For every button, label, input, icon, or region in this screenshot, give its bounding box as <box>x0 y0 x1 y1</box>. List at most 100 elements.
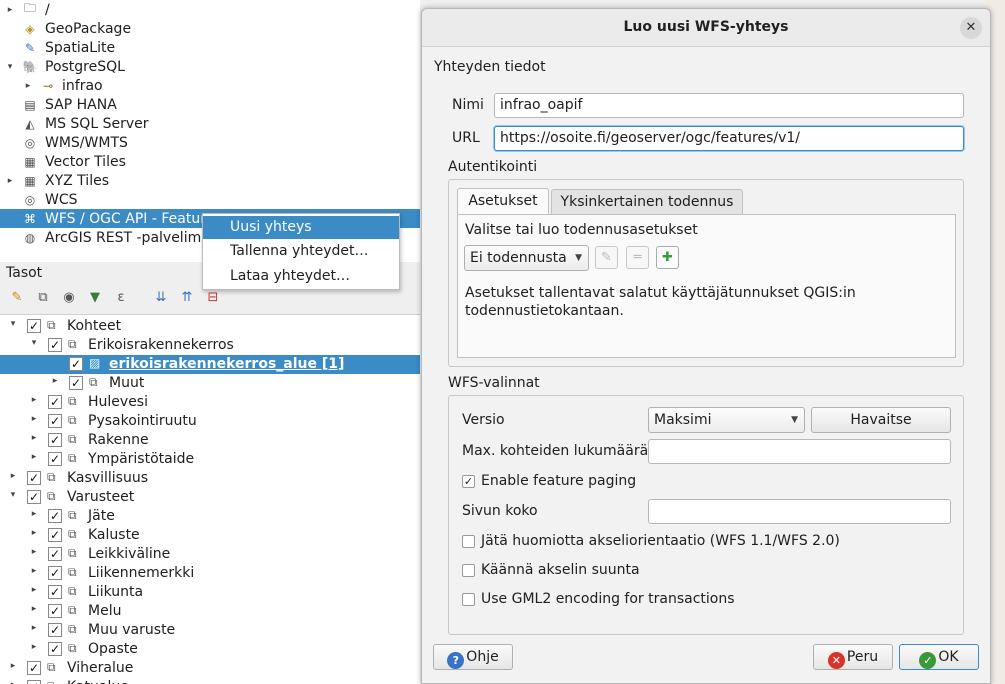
layer-row[interactable]: ▸ ✓ ⧉ Viheralue <box>0 659 420 678</box>
ignore-axis-checkbox[interactable] <box>462 535 475 548</box>
browser-item-sap-hana[interactable]: ▤ SAP HANA <box>0 95 420 114</box>
browser-item-vector-tiles[interactable]: ▦ Vector Tiles <box>0 152 420 171</box>
expand-all-icon[interactable]: ⇊ <box>152 288 170 306</box>
layer-row[interactable]: ✓ ▨ erikoisrakennekerros_alue [1] <box>0 355 420 374</box>
layer-visibility-checkbox[interactable]: ✓ <box>48 509 62 523</box>
gml2-checkbox[interactable] <box>462 593 475 606</box>
expand-arrow-icon[interactable]: ▸ <box>22 81 34 91</box>
layer-row[interactable]: ▸ ✓ ⧉ Muut <box>0 374 420 393</box>
layer-visibility-checkbox[interactable]: ✓ <box>27 490 41 504</box>
close-icon[interactable]: ✕ <box>960 17 982 39</box>
expand-arrow-icon[interactable]: ▸ <box>29 642 39 652</box>
layer-row[interactable]: ▾ ✓ ⧉ Erikoisrakennekerros <box>0 336 420 355</box>
layer-visibility-checkbox[interactable]: ✓ <box>48 642 62 656</box>
expand-arrow-icon[interactable]: ▸ <box>29 623 39 633</box>
layer-visibility-checkbox[interactable]: ✓ <box>27 661 41 675</box>
layer-visibility-checkbox[interactable]: ✓ <box>27 471 41 485</box>
layer-row[interactable]: ▸ ✓ ⧉ Leikkiväline <box>0 545 420 564</box>
expand-arrow-icon[interactable]: ▸ <box>4 176 16 186</box>
collapse-arrow-icon[interactable]: ▾ <box>4 62 16 72</box>
layer-visibility-checkbox[interactable]: ✓ <box>27 319 41 333</box>
layer-visibility-checkbox[interactable]: ✓ <box>48 452 62 466</box>
expand-arrow-icon[interactable]: ▸ <box>29 414 39 424</box>
layer-row[interactable]: ▸ ✓ ⧉ Pysakointiruutu <box>0 412 420 431</box>
layer-visibility-checkbox[interactable]: ✓ <box>69 357 83 371</box>
visibility-eye-icon[interactable]: ◉ <box>60 288 78 306</box>
detect-button[interactable]: Havaitse <box>811 407 951 433</box>
cancel-button[interactable]: ✕ Peru <box>813 644 893 670</box>
layer-visibility-checkbox[interactable]: ✓ <box>48 395 62 409</box>
expand-arrow-icon[interactable]: ▸ <box>8 661 18 671</box>
remove-layer-icon[interactable]: ⊟ <box>204 288 222 306</box>
layer-row[interactable]: ▾ ✓ ⧉ Varusteet <box>0 488 420 507</box>
name-input[interactable]: infrao_oapif <box>494 93 964 118</box>
collapse-arrow-icon[interactable]: ▾ <box>29 338 39 348</box>
layer-row[interactable]: ▸ ✓ ⧉ Jäte <box>0 507 420 526</box>
layer-visibility-checkbox[interactable]: ✓ <box>69 376 83 390</box>
layer-row[interactable]: ▸ ✓ ⧉ Muu varuste <box>0 621 420 640</box>
expand-arrow-icon[interactable]: ▸ <box>29 585 39 595</box>
menu-item-new-connection[interactable]: Uusi yhteys <box>203 216 399 239</box>
tab-settings[interactable]: Asetukset <box>457 188 549 215</box>
expand-arrow-icon[interactable]: ▸ <box>8 680 18 684</box>
layer-row[interactable]: ▸ ✓ ⧉ Hulevesi <box>0 393 420 412</box>
expand-arrow-icon[interactable]: ▸ <box>50 376 60 386</box>
layer-row[interactable]: ▸ ✓ ⧉ Liikennemerkki <box>0 564 420 583</box>
expand-arrow-icon[interactable]: ▸ <box>29 547 39 557</box>
layer-visibility-checkbox[interactable]: ✓ <box>27 680 41 684</box>
expand-arrow-icon[interactable]: ▸ <box>29 566 39 576</box>
page-size-input[interactable] <box>648 499 951 524</box>
browser-item-geopackage[interactable]: ◈ GeoPackage <box>0 19 420 38</box>
url-input[interactable]: https://osoite.fi/geoserver/ogc/features… <box>494 126 964 151</box>
layer-visibility-checkbox[interactable]: ✓ <box>48 604 62 618</box>
expand-arrow-icon[interactable]: ▸ <box>29 395 39 405</box>
add-group-icon[interactable]: ⧉ <box>34 288 52 306</box>
help-button[interactable]: ? Ohje <box>433 644 513 670</box>
layer-row[interactable]: ▸ ✓ ⧉ Kasvillisuus <box>0 469 420 488</box>
layer-row[interactable]: ▸ ✓ ⧉ Melu <box>0 602 420 621</box>
layer-visibility-checkbox[interactable]: ✓ <box>48 566 62 580</box>
browser-item-infrao[interactable]: ▸ ⊸ infrao <box>0 76 420 95</box>
layer-row[interactable]: ▸ ✓ ⧉ Kaluste <box>0 526 420 545</box>
layer-visibility-checkbox[interactable]: ✓ <box>48 547 62 561</box>
style-brush-icon[interactable]: ✎ <box>8 288 26 306</box>
layer-row[interactable]: ▸ ✓ ⧉ Katualue <box>0 678 420 684</box>
layer-visibility-checkbox[interactable]: ✓ <box>48 414 62 428</box>
menu-item-save-connections[interactable]: Tallenna yhteydet… <box>203 240 399 263</box>
expand-arrow-icon[interactable]: ▸ <box>8 471 18 481</box>
expand-arrow-icon[interactable]: ▸ <box>29 528 39 538</box>
tab-basic-auth[interactable]: Yksinkertainen todennus <box>551 189 743 215</box>
layer-row[interactable]: ▸ ✓ ⧉ Opaste <box>0 640 420 659</box>
expand-arrow-icon[interactable]: ▸ <box>29 452 39 462</box>
layer-row[interactable]: ▸ ✓ ⧉ Ympäristötaide <box>0 450 420 469</box>
layer-visibility-checkbox[interactable]: ✓ <box>48 338 62 352</box>
filter-icon[interactable]: ▼ <box>86 288 104 306</box>
browser-item-wms[interactable]: ◎ WMS/WMTS <box>0 133 420 152</box>
layer-visibility-checkbox[interactable]: ✓ <box>48 623 62 637</box>
auth-config-combo[interactable]: Ei todennusta ▼ <box>464 245 589 271</box>
version-combo[interactable]: Maksimi ▼ <box>648 407 805 433</box>
feature-paging-checkbox[interactable]: ✓ <box>462 475 475 488</box>
browser-item-postgresql[interactable]: ▾ 🐘 PostgreSQL <box>0 57 420 76</box>
expand-arrow-icon[interactable]: ▸ <box>29 509 39 519</box>
layer-visibility-checkbox[interactable]: ✓ <box>48 585 62 599</box>
browser-item-xyz-tiles[interactable]: ▸ ▦ XYZ Tiles <box>0 171 420 190</box>
invert-axis-checkbox[interactable] <box>462 564 475 577</box>
browser-item-root[interactable]: ▸ 🗀 / <box>0 0 420 19</box>
layer-visibility-checkbox[interactable]: ✓ <box>48 528 62 542</box>
browser-item-mssql[interactable]: ◭ MS SQL Server <box>0 114 420 133</box>
menu-item-load-connections[interactable]: Lataa yhteydet… <box>203 265 399 288</box>
ok-button[interactable]: ✓ OK <box>899 644 979 670</box>
expand-arrow-icon[interactable]: ▸ <box>4 5 16 15</box>
collapse-all-icon[interactable]: ⇈ <box>178 288 196 306</box>
expand-arrow-icon[interactable]: ▸ <box>29 433 39 443</box>
layer-row[interactable]: ▸ ✓ ⧉ Rakenne <box>0 431 420 450</box>
add-auth-icon[interactable]: ✚ <box>656 246 679 269</box>
filter-expression-icon[interactable]: ε <box>112 288 130 306</box>
browser-item-spatialite[interactable]: ✎ SpatiaLite <box>0 38 420 57</box>
max-features-input[interactable] <box>648 439 951 464</box>
layer-row[interactable]: ▾ ✓ ⧉ Kohteet <box>0 317 420 336</box>
collapse-arrow-icon[interactable]: ▾ <box>8 490 18 500</box>
layer-visibility-checkbox[interactable]: ✓ <box>48 433 62 447</box>
expand-arrow-icon[interactable]: ▸ <box>29 604 39 614</box>
